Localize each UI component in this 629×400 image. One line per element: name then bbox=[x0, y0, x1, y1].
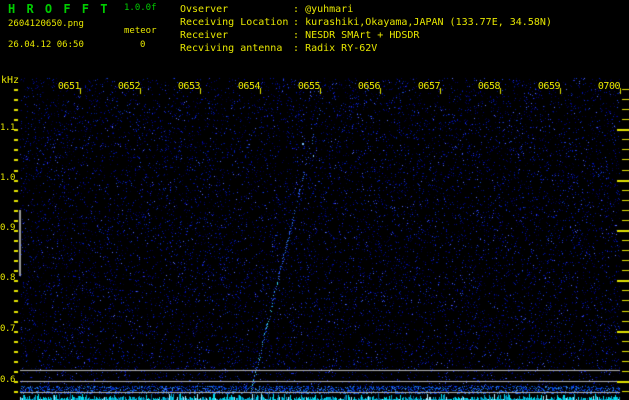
station-info: Ovserver: @yuhmari Receiving Location: k… bbox=[180, 3, 552, 55]
filename: 2604120650.png bbox=[8, 19, 84, 29]
info-colon: : bbox=[293, 17, 300, 28]
freq-label: 0.7 bbox=[0, 324, 16, 334]
info-row-antenna: Recviving antenna: Radix RY-62V bbox=[180, 42, 552, 55]
info-value: kurashiki,Okayama,JAPAN (133.77E, 34.58N… bbox=[305, 17, 552, 28]
time-label: 0654 bbox=[237, 81, 261, 92]
freq-axis-unit: kHz bbox=[1, 75, 20, 86]
info-label: Recviving antenna bbox=[180, 43, 283, 54]
hrofft-screen: H R O F F T 1.0.0f 2604120650.png meteor… bbox=[0, 0, 629, 400]
info-label: Receiver bbox=[180, 30, 229, 41]
time-label: 0658 bbox=[477, 81, 501, 92]
app-title: H R O F F T bbox=[8, 2, 110, 16]
time-label: 0656 bbox=[357, 81, 381, 92]
freq-label: 1.1 bbox=[0, 123, 16, 133]
time-label: 0651 bbox=[57, 81, 81, 92]
info-colon: : bbox=[293, 30, 300, 41]
info-row-location: Receiving Location: kurashiki,Okayama,JA… bbox=[180, 16, 552, 29]
freq-label: 0.8 bbox=[0, 273, 16, 283]
time-label: 0653 bbox=[177, 81, 201, 92]
meteor-label: meteor bbox=[124, 26, 157, 36]
info-label: Ovserver bbox=[180, 4, 229, 15]
freq-label: 0.9 bbox=[0, 223, 16, 233]
meteor-count: 0 bbox=[140, 40, 146, 50]
info-value: @yuhmari bbox=[305, 4, 354, 15]
info-value: Radix RY-62V bbox=[305, 43, 378, 54]
app-version: 1.0.0f bbox=[124, 3, 157, 13]
info-colon: : bbox=[293, 4, 300, 15]
info-value: NESDR SMArt + HDSDR bbox=[305, 30, 420, 41]
time-label: 0659 bbox=[537, 81, 561, 92]
freq-label: 1.0 bbox=[0, 173, 16, 183]
spectrogram-canvas bbox=[0, 0, 629, 400]
info-label: Receiving Location bbox=[180, 17, 289, 28]
info-row-observer: Ovserver: @yuhmari bbox=[180, 3, 552, 16]
time-label: 0700 bbox=[597, 81, 621, 92]
time-label: 0652 bbox=[117, 81, 141, 92]
freq-label: 0.6 bbox=[0, 375, 16, 385]
time-label: 0657 bbox=[417, 81, 441, 92]
time-label: 0655 bbox=[297, 81, 321, 92]
datetime: 26.04.12 06:50 bbox=[8, 40, 84, 50]
info-row-receiver: Receiver: NESDR SMArt + HDSDR bbox=[180, 29, 552, 42]
info-colon: : bbox=[293, 43, 300, 54]
